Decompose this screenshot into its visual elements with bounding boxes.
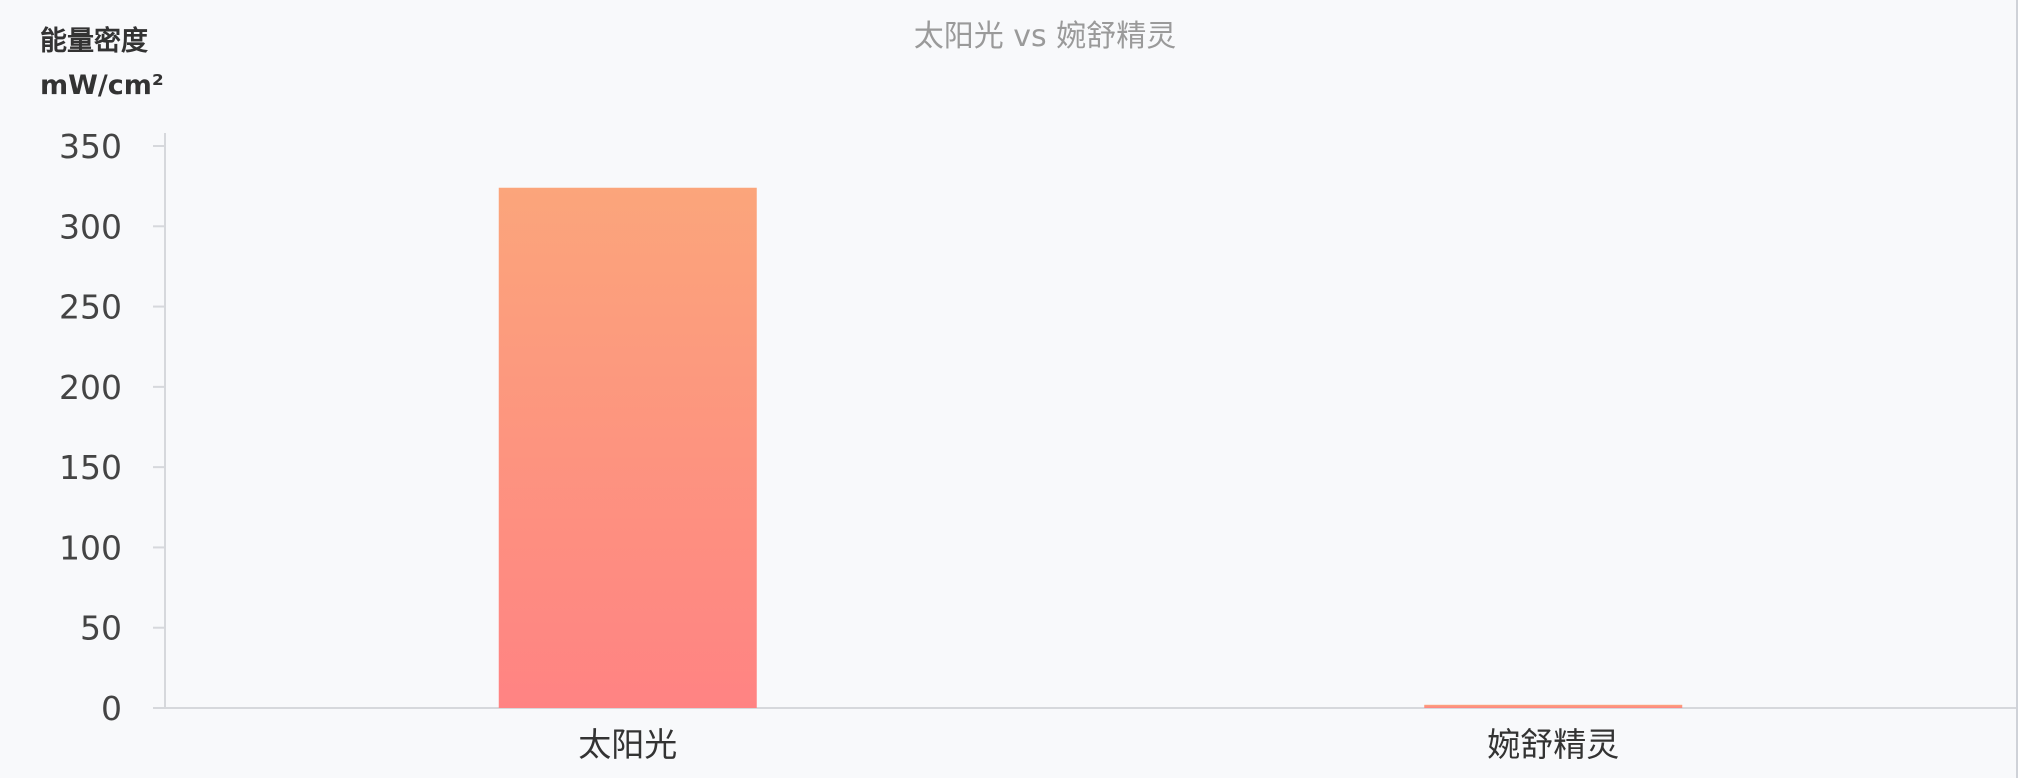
y-tick-label: 150 — [59, 448, 122, 487]
y-tick-label: 350 — [59, 127, 122, 166]
x-category-label: 太阳光 — [578, 725, 677, 764]
bar-chart: 太阳光 vs 婉舒精灵 能量密度 mW/cm² 0 50 100 150 200 250 3… — [40, 19, 2016, 764]
y-axis-ticks: 0 50 100 150 200 250 300 350 — [59, 127, 165, 728]
chart-title: 太阳光 vs 婉舒精灵 — [914, 19, 1176, 54]
y-tick-label: 50 — [80, 609, 122, 648]
y-tick-label: 200 — [59, 368, 122, 407]
y-tick-label: 250 — [59, 288, 122, 327]
bar-2 — [1424, 704, 1683, 708]
x-category-label: 婉舒精灵 — [1487, 725, 1619, 764]
x-axis-categories: 太阳光 婉舒精灵 — [578, 725, 1619, 764]
y-tick-label: 300 — [59, 207, 122, 246]
bar-1 — [498, 187, 757, 709]
y-axis-unit: mW/cm² — [40, 70, 164, 101]
y-tick-label: 100 — [59, 528, 122, 567]
bars — [498, 187, 1683, 709]
y-tick-label: 0 — [101, 689, 122, 728]
y-axis-label: 能量密度 — [40, 25, 148, 57]
